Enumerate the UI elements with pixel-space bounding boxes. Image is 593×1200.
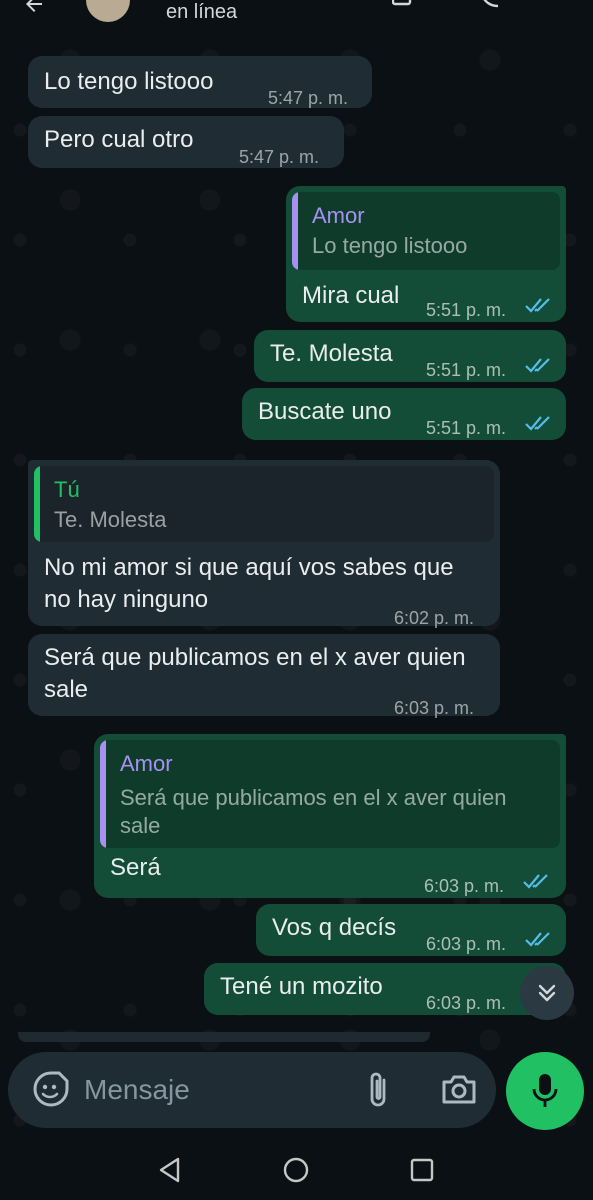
nav-home-icon[interactable] — [282, 1156, 310, 1184]
message-outgoing[interactable]: Amor Lo tengo listooo Mira cual 5:51 p. … — [286, 186, 566, 322]
double-check-icon — [525, 932, 550, 947]
double-check-icon — [525, 358, 550, 373]
message-time: 5:51 p. m. — [426, 360, 507, 380]
quote-bar — [292, 192, 298, 270]
system-navigation-bar — [0, 1140, 593, 1200]
quote-text: Será que publicamos en el x aver quien s… — [120, 785, 507, 838]
more-options-icon[interactable] — [546, 0, 556, 12]
partial-message-edge — [18, 1032, 430, 1042]
message-time: 6:03 p. m. — [426, 993, 507, 1013]
message-outgoing[interactable]: Tené un mozito 6:03 p. m. — [204, 963, 566, 1015]
quote-author: Amor — [312, 203, 365, 228]
microphone-icon — [532, 1074, 558, 1107]
nav-recent-apps-icon[interactable] — [408, 1156, 436, 1184]
video-call-icon[interactable] — [392, 0, 418, 12]
emoji-sticker-icon[interactable] — [32, 1070, 70, 1108]
message-text: Pero cual otro — [44, 126, 194, 153]
message-outgoing[interactable]: Buscate uno 5:51 p. m. — [242, 388, 566, 440]
quote-text: Lo tengo listooo — [312, 233, 468, 258]
message-text: Lo tengo listooo — [44, 68, 214, 95]
contact-avatar[interactable] — [86, 0, 130, 22]
message-incoming[interactable]: Pero cual otro 5:47 p. m. — [28, 116, 344, 168]
message-incoming[interactable]: Tú Te. Molesta No mi amor si que aquí vo… — [28, 460, 500, 628]
quote-bar — [100, 740, 106, 848]
message-time: 5:51 p. m. — [426, 300, 507, 320]
nav-back-icon[interactable] — [156, 1156, 184, 1184]
message-time: 5:47 p. m. — [268, 88, 349, 108]
message-time: 6:03 p. m. — [426, 934, 507, 954]
message-text: Tené un mozito — [220, 973, 383, 1000]
message-text: Vos q decís — [272, 914, 397, 941]
message-time: 5:51 p. m. — [426, 418, 507, 438]
message-input[interactable] — [84, 1068, 354, 1112]
message-outgoing[interactable]: Amor Será que publicamos en el x aver qu… — [94, 734, 566, 898]
double-check-icon — [525, 298, 550, 313]
message-text: Te. Molesta — [270, 340, 393, 367]
message-incoming[interactable]: Será que publicamos en el x aver quien s… — [28, 634, 500, 718]
message-time: 6:03 p. m. — [424, 876, 505, 896]
double-check-icon — [525, 416, 550, 431]
message-time: 6:03 p. m. — [394, 698, 475, 718]
quoted-message[interactable]: Tú Te. Molesta — [34, 466, 494, 542]
message-outgoing[interactable]: Vos q decís 6:03 p. m. — [256, 904, 566, 956]
chat-header: en línea — [0, 0, 593, 38]
contact-status: en línea — [166, 1, 238, 23]
message-composer — [8, 1052, 496, 1128]
quote-text: Te. Molesta — [54, 507, 167, 532]
double-chevron-down-icon — [538, 984, 556, 1002]
quoted-message[interactable]: Amor Lo tengo listooo — [292, 192, 560, 270]
message-outgoing[interactable]: Te. Molesta 5:51 p. m. — [254, 330, 566, 382]
scroll-to-bottom-button[interactable] — [520, 966, 574, 1020]
quote-author: Amor — [120, 751, 173, 776]
quote-bar — [34, 466, 40, 542]
voice-message-button[interactable] — [506, 1052, 584, 1130]
message-time: 5:47 p. m. — [239, 147, 320, 167]
quoted-message[interactable]: Amor Será que publicamos en el x aver qu… — [100, 740, 560, 848]
message-time: 6:02 p. m. — [394, 608, 475, 628]
voice-call-icon[interactable] — [478, 0, 504, 12]
arrow-left-icon[interactable] — [22, 0, 46, 16]
message-text: Será — [110, 854, 161, 881]
quote-author: Tú — [54, 477, 80, 502]
paperclip-icon[interactable] — [364, 1070, 394, 1110]
message-incoming[interactable]: Lo tengo listooo 5:47 p. m. — [28, 56, 372, 108]
double-check-icon — [523, 874, 548, 889]
message-text: Mira cual — [302, 282, 400, 309]
message-text: Buscate uno — [258, 398, 392, 425]
camera-icon[interactable] — [440, 1072, 478, 1108]
